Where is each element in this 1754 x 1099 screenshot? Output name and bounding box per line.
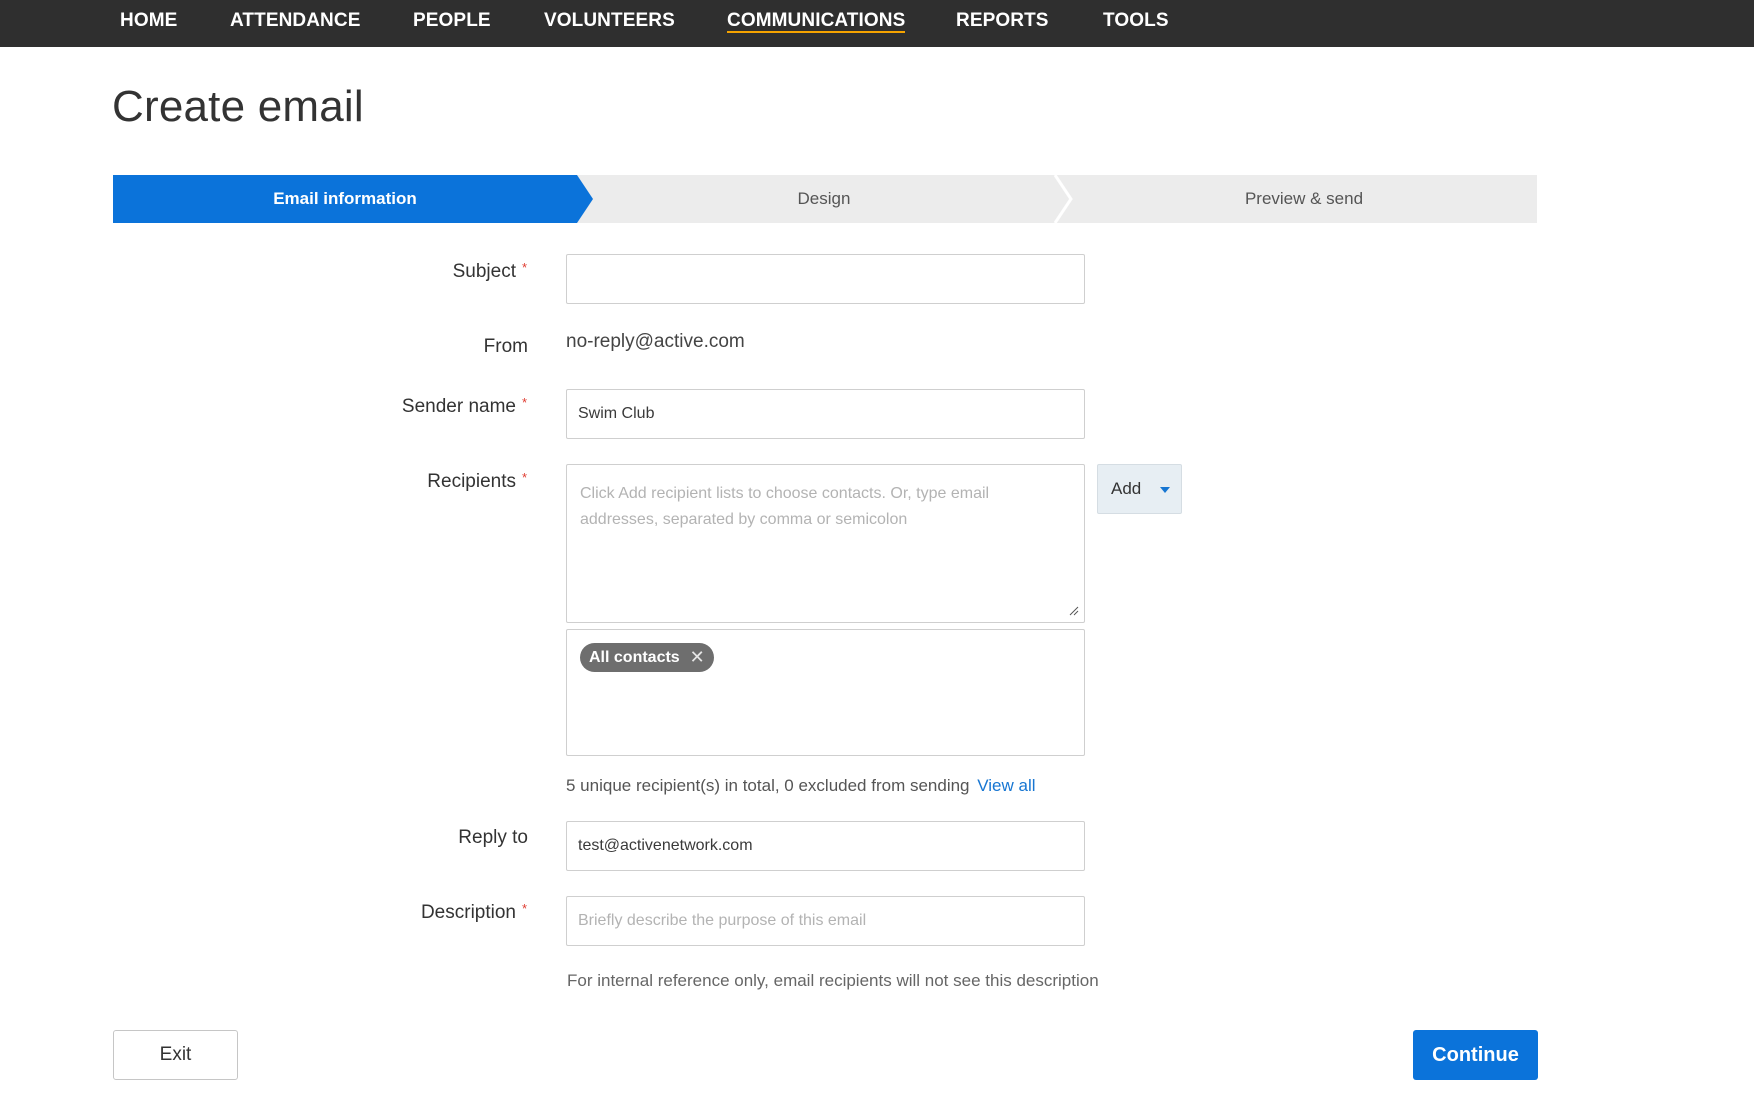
nav-item-attendance[interactable]: ATTENDANCE — [230, 0, 360, 47]
nav-item-people[interactable]: PEOPLE — [413, 0, 491, 47]
recipients-label-text: Recipients — [427, 471, 516, 492]
step-preview-send[interactable]: Preview & send — [1071, 175, 1537, 223]
nav-item-label: PEOPLE — [413, 10, 491, 31]
nav-item-home[interactable]: HOME — [120, 0, 177, 47]
recipient-chips-box[interactable]: All contacts ✕ — [566, 629, 1085, 756]
reply-to-label-text: Reply to — [458, 827, 528, 848]
nav-item-label: COMMUNICATIONS — [727, 10, 906, 31]
subject-input[interactable] — [566, 254, 1085, 304]
from-label-text: From — [483, 336, 528, 357]
step-email-information[interactable]: Email information — [113, 175, 577, 223]
step-design[interactable]: Design — [593, 175, 1055, 223]
sender-name-label: Sender name — [402, 396, 516, 418]
step-label: Preview & send — [1244, 189, 1364, 208]
nav-item-label: ATTENDANCE — [230, 10, 361, 31]
recipients-label: Recipients — [427, 471, 516, 493]
page-title: Create email — [112, 82, 364, 131]
add-button-label: Add — [1111, 479, 1142, 498]
sender-name-label-text: Sender name — [401, 396, 516, 417]
chevron-down-icon — [1160, 487, 1170, 493]
description-label-text: Description — [420, 902, 516, 923]
nav-item-label: HOME — [120, 10, 178, 31]
view-all-link[interactable]: View all — [977, 776, 1035, 795]
description-label: Description — [421, 902, 516, 924]
close-icon[interactable]: ✕ — [690, 643, 705, 672]
reply-to-label: Reply to — [458, 827, 528, 849]
sender-name-input[interactable] — [566, 389, 1085, 439]
nav-item-label: VOLUNTEERS — [544, 10, 675, 31]
asterisk-icon: * — [522, 260, 528, 275]
nav-item-tools[interactable]: TOOLS — [1103, 0, 1169, 47]
from-value: no-reply@active.com — [566, 331, 745, 352]
nav-item-volunteers[interactable]: VOLUNTEERS — [544, 0, 675, 47]
reply-to-input[interactable] — [566, 821, 1085, 871]
nav-item-label: REPORTS — [956, 10, 1049, 31]
description-input[interactable] — [566, 896, 1085, 946]
top-nav: HOME ATTENDANCE PEOPLE VOLUNTEERS COMMUN… — [0, 0, 1754, 47]
recipients-textarea[interactable] — [566, 464, 1085, 623]
wizard-stepper: Email information Design Preview & send — [113, 175, 1537, 223]
nav-item-communications[interactable]: COMMUNICATIONS — [727, 0, 906, 47]
continue-button[interactable]: Continue — [1413, 1030, 1538, 1080]
asterisk-icon: * — [522, 395, 528, 410]
step-label: Email information — [273, 189, 417, 208]
resize-grip-icon[interactable] — [1069, 606, 1079, 616]
nav-item-label: TOOLS — [1103, 10, 1169, 31]
recipient-chip: All contacts ✕ — [580, 643, 714, 672]
from-label: From — [484, 336, 528, 358]
add-recipients-button[interactable]: Add — [1097, 464, 1182, 514]
chip-label: All contacts — [589, 649, 680, 666]
asterisk-icon: * — [522, 470, 528, 485]
subject-label-text: Subject — [452, 261, 516, 282]
recipients-summary: 5 unique recipient(s) in total, 0 exclud… — [566, 776, 1036, 796]
description-helper-text: For internal reference only, email recip… — [567, 971, 1099, 990]
asterisk-icon: * — [522, 901, 528, 916]
subject-label: Subject — [453, 261, 516, 283]
nav-item-reports[interactable]: REPORTS — [956, 0, 1049, 47]
step-label: Design — [797, 189, 851, 208]
exit-button[interactable]: Exit — [113, 1030, 238, 1080]
nav-active-indicator — [727, 31, 906, 33]
recipients-summary-text: 5 unique recipient(s) in total, 0 exclud… — [566, 776, 970, 795]
